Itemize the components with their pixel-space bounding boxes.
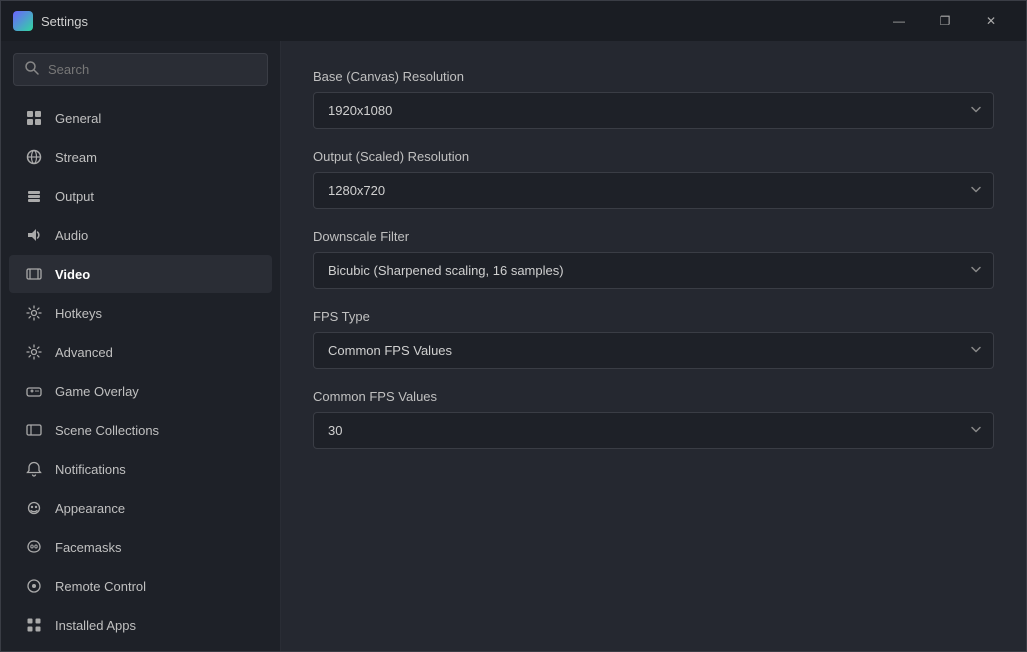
sidebar-item-remote-control[interactable]: Remote Control xyxy=(9,567,272,605)
sidebar-label-remote-control: Remote Control xyxy=(55,579,146,594)
search-container xyxy=(1,53,280,98)
select-wrapper-downscale-filter: Bicubic (Sharpened scaling, 16 samples)B… xyxy=(313,252,994,289)
video-settings: Base (Canvas) Resolution 1920x10801280x72… xyxy=(313,69,994,449)
apps-icon xyxy=(25,616,43,634)
field-group-downscale-filter: Downscale Filter Bicubic (Sharpened scali… xyxy=(313,229,994,289)
sidebar-item-advanced[interactable]: Advanced xyxy=(9,333,272,371)
sidebar-item-hotkeys[interactable]: Hotkeys xyxy=(9,294,272,332)
bell-icon xyxy=(25,460,43,478)
sidebar-item-stream[interactable]: Stream xyxy=(9,138,272,176)
globe-icon xyxy=(25,148,43,166)
sidebar-item-game-overlay[interactable]: Game Overlay xyxy=(9,372,272,410)
close-button[interactable]: ✕ xyxy=(968,1,1014,41)
main-content: Base (Canvas) Resolution 1920x10801280x72… xyxy=(281,41,1026,651)
app-icon xyxy=(13,11,33,31)
appearance-icon xyxy=(25,499,43,517)
titlebar: Settings — ❐ ✕ xyxy=(1,1,1026,41)
search-icon xyxy=(24,60,40,79)
field-group-fps-type: FPS Type Common FPS ValuesInteger FPS Val… xyxy=(313,309,994,369)
select-wrapper-fps-type: Common FPS ValuesInteger FPS ValueFracti… xyxy=(313,332,994,369)
maximize-button[interactable]: ❐ xyxy=(922,1,968,41)
select-wrapper-output-resolution: 1280x7201920x1080854x480640x360 xyxy=(313,172,994,209)
gear-advanced-icon xyxy=(25,343,43,361)
field-group-common-fps: Common FPS Values 242529.97304859.9460 xyxy=(313,389,994,449)
select-base-resolution[interactable]: 1920x10801280x7202560x14403840x2160 xyxy=(313,92,994,129)
field-label-base-resolution: Base (Canvas) Resolution xyxy=(313,69,994,84)
gear-icon xyxy=(25,304,43,322)
select-fps-type[interactable]: Common FPS ValuesInteger FPS ValueFracti… xyxy=(313,332,994,369)
window-controls: — ❐ ✕ xyxy=(876,1,1014,41)
select-common-fps[interactable]: 242529.97304859.9460 xyxy=(313,412,994,449)
sidebar-label-installed-apps: Installed Apps xyxy=(55,618,136,633)
select-downscale-filter[interactable]: Bicubic (Sharpened scaling, 16 samples)B… xyxy=(313,252,994,289)
sidebar-item-appearance[interactable]: Appearance xyxy=(9,489,272,527)
sidebar-label-output: Output xyxy=(55,189,94,204)
field-group-base-resolution: Base (Canvas) Resolution 1920x10801280x72… xyxy=(313,69,994,129)
nav-list: General Stream Output Audio Video Hotkeys Adva… xyxy=(1,98,280,645)
sidebar-item-video[interactable]: Video xyxy=(9,255,272,293)
field-label-fps-type: FPS Type xyxy=(313,309,994,324)
minimize-button[interactable]: — xyxy=(876,1,922,41)
sidebar-label-notifications: Notifications xyxy=(55,462,126,477)
content-area: General Stream Output Audio Video Hotkeys Adva… xyxy=(1,41,1026,651)
sidebar-item-output[interactable]: Output xyxy=(9,177,272,215)
sidebar-label-appearance: Appearance xyxy=(55,501,125,516)
sidebar-item-scene-collections[interactable]: Scene Collections xyxy=(9,411,272,449)
sidebar-label-audio: Audio xyxy=(55,228,88,243)
select-wrapper-base-resolution: 1920x10801280x7202560x14403840x2160 xyxy=(313,92,994,129)
scene-icon xyxy=(25,421,43,439)
sidebar-label-video: Video xyxy=(55,267,90,282)
layers-icon xyxy=(25,187,43,205)
remote-icon xyxy=(25,577,43,595)
sidebar-label-hotkeys: Hotkeys xyxy=(55,306,102,321)
sidebar-label-general: General xyxy=(55,111,101,126)
volume-icon xyxy=(25,226,43,244)
settings-window: Settings — ❐ ✕ Gener xyxy=(0,0,1027,652)
game-icon xyxy=(25,382,43,400)
sidebar: General Stream Output Audio Video Hotkeys Adva… xyxy=(1,41,281,651)
sidebar-item-notifications[interactable]: Notifications xyxy=(9,450,272,488)
select-wrapper-common-fps: 242529.97304859.9460 xyxy=(313,412,994,449)
select-output-resolution[interactable]: 1280x7201920x1080854x480640x360 xyxy=(313,172,994,209)
search-box[interactable] xyxy=(13,53,268,86)
window-title: Settings xyxy=(41,14,876,29)
field-label-output-resolution: Output (Scaled) Resolution xyxy=(313,149,994,164)
mask-icon xyxy=(25,538,43,556)
search-input[interactable] xyxy=(48,62,257,77)
sidebar-label-game-overlay: Game Overlay xyxy=(55,384,139,399)
field-label-downscale-filter: Downscale Filter xyxy=(313,229,994,244)
field-label-common-fps: Common FPS Values xyxy=(313,389,994,404)
grid-icon xyxy=(25,109,43,127)
sidebar-item-installed-apps[interactable]: Installed Apps xyxy=(9,606,272,644)
film-icon xyxy=(25,265,43,283)
sidebar-item-general[interactable]: General xyxy=(9,99,272,137)
sidebar-label-advanced: Advanced xyxy=(55,345,113,360)
field-group-output-resolution: Output (Scaled) Resolution 1280x7201920x1… xyxy=(313,149,994,209)
sidebar-item-facemasks[interactable]: Facemasks xyxy=(9,528,272,566)
sidebar-label-stream: Stream xyxy=(55,150,97,165)
sidebar-item-audio[interactable]: Audio xyxy=(9,216,272,254)
sidebar-label-facemasks: Facemasks xyxy=(55,540,121,555)
sidebar-label-scene-collections: Scene Collections xyxy=(55,423,159,438)
